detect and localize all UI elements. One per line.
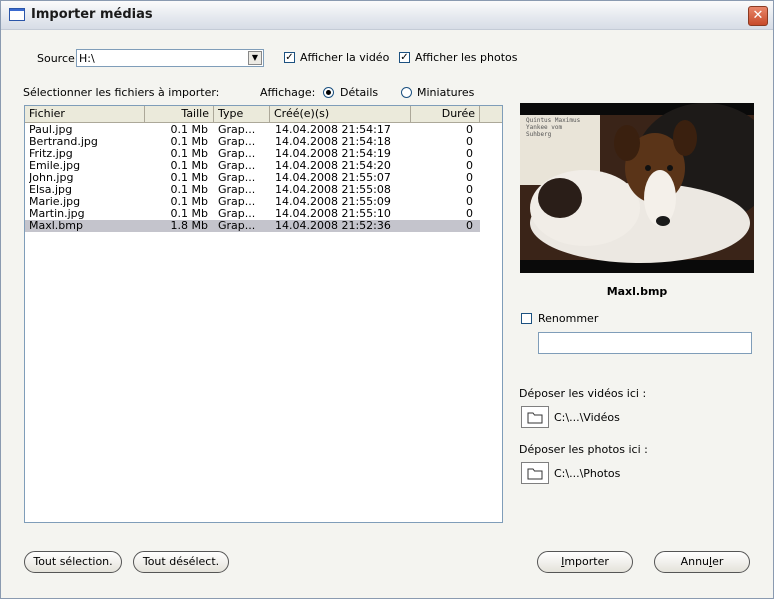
table-row[interactable]: Paul.jpg 0.1 Mb Grap... 14.04.2008 21:54:17… [25, 124, 480, 136]
cell-name: Martin.jpg [29, 208, 85, 220]
column-header-file[interactable]: Fichier [25, 106, 145, 122]
folder-icon [527, 412, 543, 424]
cell-created: 14.04.2008 21:54:18 [275, 136, 391, 148]
cell-duration: 0 [466, 136, 473, 148]
cell-created: 14.04.2008 21:55:09 [275, 196, 391, 208]
cell-name: John.jpg [29, 172, 74, 184]
view-label: Affichage: [260, 86, 316, 99]
cell-created: 14.04.2008 21:55:08 [275, 184, 391, 196]
window-icon [9, 8, 25, 21]
cell-created: 14.04.2008 21:54:19 [275, 148, 391, 160]
photos-dest-label: Déposer les photos ici : [519, 443, 648, 456]
cell-duration: 0 [466, 160, 473, 172]
rename-input[interactable] [538, 332, 752, 354]
cancel-button[interactable]: Annuler [654, 551, 750, 573]
cell-name: Maxl.bmp [29, 220, 83, 232]
rename-checkbox[interactable] [521, 313, 532, 324]
cell-size: 0.1 Mb [170, 184, 208, 196]
select-files-label: Sélectionner les fichiers à importer: [23, 86, 220, 99]
table-row[interactable]: John.jpg 0.1 Mb Grap... 14.04.2008 21:55:07… [25, 172, 480, 184]
show-video-label: Afficher la vidéo [300, 51, 390, 64]
cell-type: Grap... [218, 124, 256, 136]
cell-size: 0.1 Mb [170, 136, 208, 148]
preview-image: Quintus Maximus Yankee vom Suhberg [520, 103, 754, 273]
thumbnails-label: Miniatures [417, 86, 475, 99]
cell-size: 0.1 Mb [170, 160, 208, 172]
videos-dest-label: Déposer les vidéos ici : [519, 387, 647, 400]
cell-created: 14.04.2008 21:54:17 [275, 124, 391, 136]
import-media-window: Importer médias ✕ Source: H:\ ▼ ✓ Affich… [0, 0, 774, 599]
table-row[interactable]: Emile.jpg 0.1 Mb Grap... 14.04.2008 21:54:2… [25, 160, 480, 172]
table-row[interactable]: Maxl.bmp 1.8 Mb Grap... 14.04.2008 21:52:36… [25, 220, 480, 232]
cell-size: 0.1 Mb [170, 196, 208, 208]
cell-type: Grap... [218, 172, 256, 184]
select-all-button[interactable]: Tout sélection. [24, 551, 122, 573]
source-label: Source: [37, 52, 79, 65]
details-radio[interactable] [323, 87, 334, 98]
cell-created: 14.04.2008 21:55:10 [275, 208, 391, 220]
cell-duration: 0 [466, 172, 473, 184]
show-photos-checkbox[interactable]: ✓ [399, 52, 410, 63]
column-header-size[interactable]: Taille [145, 106, 214, 122]
source-dropdown[interactable]: H:\ ▼ [76, 49, 264, 67]
cell-type: Grap... [218, 196, 256, 208]
cell-type: Grap... [218, 136, 256, 148]
cell-type: Grap... [218, 160, 256, 172]
cell-duration: 0 [466, 148, 473, 160]
table-row[interactable]: Elsa.jpg 0.1 Mb Grap... 14.04.2008 21:55:08… [25, 184, 480, 196]
cell-name: Marie.jpg [29, 196, 81, 208]
cell-name: Bertrand.jpg [29, 136, 98, 148]
column-header-created[interactable]: Créé(e)(s) [270, 106, 411, 122]
table-row[interactable]: Marie.jpg 0.1 Mb Grap... 14.04.2008 21:55:0… [25, 196, 480, 208]
videos-dest-path: C:\...\Vidéos [554, 411, 620, 424]
cell-created: 14.04.2008 21:52:36 [275, 220, 391, 232]
cell-duration: 0 [466, 208, 473, 220]
title-bar[interactable]: Importer médias ✕ [1, 1, 773, 30]
column-header-duration[interactable]: Durée [411, 106, 480, 122]
cell-type: Grap... [218, 208, 256, 220]
cell-duration: 0 [466, 220, 473, 232]
cell-name: Paul.jpg [29, 124, 73, 136]
cell-name: Fritz.jpg [29, 148, 73, 160]
file-list-header: Fichier Taille Type Créé(e)(s) Durée [25, 106, 502, 123]
cell-name: Elsa.jpg [29, 184, 72, 196]
photos-folder-button[interactable] [521, 462, 549, 484]
thumbnails-radio[interactable] [401, 87, 412, 98]
preview-caption: Maxl.bmp [606, 285, 668, 298]
cell-type: Grap... [218, 220, 256, 232]
details-label: Détails [340, 86, 379, 99]
window-title: Importer médias [31, 7, 153, 22]
file-list[interactable]: Fichier Taille Type Créé(e)(s) Durée Pau… [24, 105, 503, 523]
cell-type: Grap... [218, 148, 256, 160]
table-row[interactable]: Martin.jpg 0.1 Mb Grap... 14.04.2008 21:55:… [25, 208, 480, 220]
photo-overlay-text: Quintus Maximus Yankee vom Suhberg [526, 117, 581, 138]
rename-label: Renommer [538, 312, 599, 325]
close-button[interactable]: ✕ [748, 6, 768, 26]
cell-size: 0.1 Mb [170, 208, 208, 220]
deselect-all-button[interactable]: Tout désélect. [133, 551, 229, 573]
table-row[interactable]: Bertrand.jpg 0.1 Mb Grap... 14.04.2008 21:5… [25, 136, 480, 148]
cell-size: 0.1 Mb [170, 124, 208, 136]
photos-dest-path: C:\...\Photos [554, 467, 621, 480]
cell-created: 14.04.2008 21:55:07 [275, 172, 391, 184]
cell-size: 1.8 Mb [170, 220, 208, 232]
column-header-type[interactable]: Type [214, 106, 270, 122]
cell-size: 0.1 Mb [170, 148, 208, 160]
folder-icon [527, 468, 543, 480]
show-video-checkbox[interactable]: ✓ [284, 52, 295, 63]
source-value: H:\ [79, 52, 95, 65]
cell-duration: 0 [466, 196, 473, 208]
videos-folder-button[interactable] [521, 406, 549, 428]
table-row[interactable]: Fritz.jpg 0.1 Mb Grap... 14.04.2008 21:54:1… [25, 148, 480, 160]
cell-name: Emile.jpg [29, 160, 81, 172]
cell-size: 0.1 Mb [170, 172, 208, 184]
cell-duration: 0 [466, 124, 473, 136]
cell-type: Grap... [218, 184, 256, 196]
cell-duration: 0 [466, 184, 473, 196]
chevron-down-icon[interactable]: ▼ [248, 51, 262, 65]
cell-created: 14.04.2008 21:54:20 [275, 160, 391, 172]
import-button[interactable]: Importer [537, 551, 633, 573]
show-photos-label: Afficher les photos [415, 51, 518, 64]
